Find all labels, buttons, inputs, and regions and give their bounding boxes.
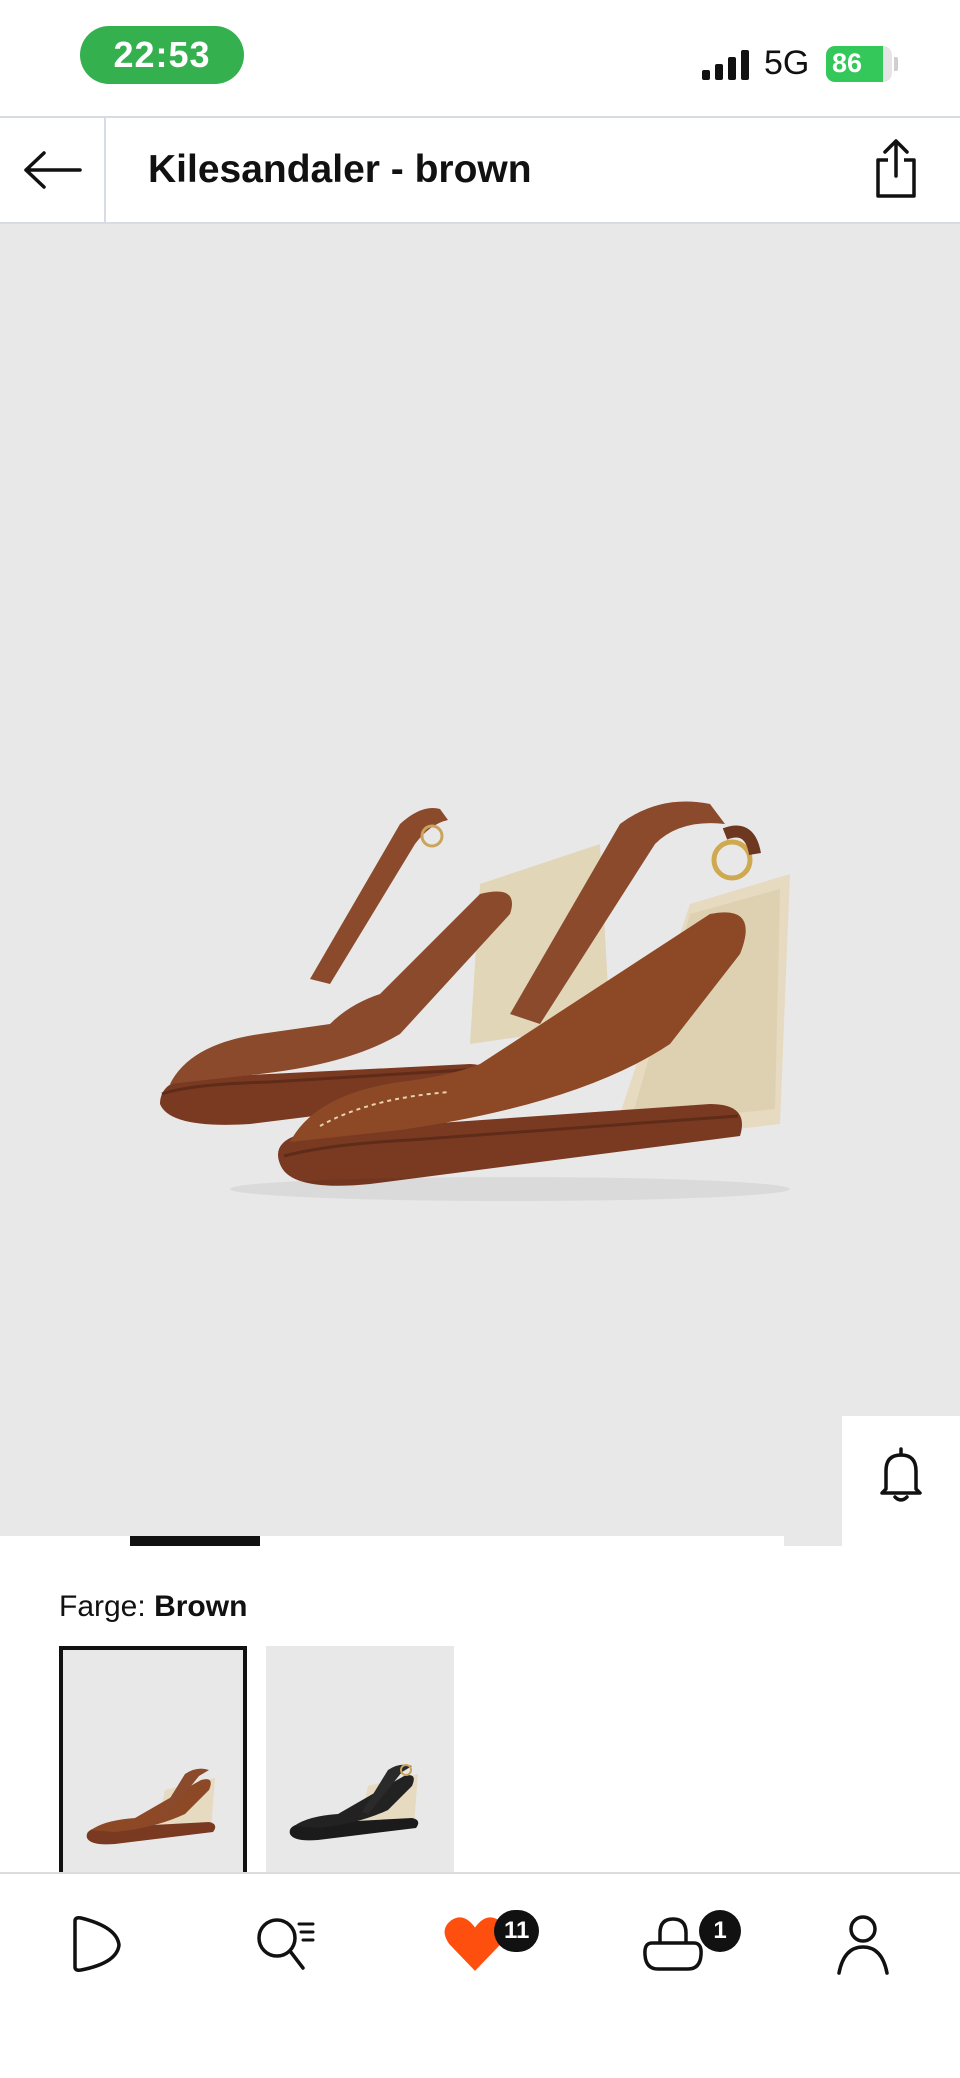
- cart-count-badge: 1: [699, 1910, 741, 1952]
- swatch-photo-black: [289, 1764, 419, 1841]
- image-progress-active: [130, 1536, 260, 1546]
- battery-icon: 86: [826, 46, 892, 82]
- product-image[interactable]: [0, 224, 960, 1546]
- product-header: Kilesandaler - brown: [0, 116, 960, 224]
- cart-icon: [643, 1917, 703, 1971]
- home-icon: [73, 1916, 121, 1972]
- arrow-left-icon: [24, 151, 82, 189]
- network-label: 5G: [764, 44, 810, 82]
- nav-profile[interactable]: [818, 1904, 908, 1984]
- profile-icon: [837, 1915, 889, 1975]
- search-icon: [257, 1918, 315, 1970]
- product-photo-wedge-sandals: [160, 801, 790, 1201]
- favorite-button[interactable]: [842, 1534, 960, 1546]
- status-bar: 22:53 5G 86: [0, 0, 960, 116]
- color-swatch-brown[interactable]: [59, 1646, 247, 1874]
- bell-icon: [880, 1447, 922, 1502]
- nav-home[interactable]: [52, 1904, 142, 1984]
- battery-cap: [894, 57, 898, 71]
- share-button[interactable]: [866, 136, 926, 202]
- battery-level: 86: [832, 48, 863, 78]
- image-progress-bar: [0, 1536, 784, 1548]
- share-icon: [876, 139, 916, 198]
- swatch-photo-brown: [86, 1768, 216, 1845]
- color-label: Farge: Brown: [59, 1590, 247, 1624]
- status-time: 22:53: [80, 26, 244, 84]
- favorites-count-badge: 11: [494, 1910, 540, 1952]
- signal-icon: [702, 50, 749, 80]
- back-button[interactable]: [0, 118, 106, 222]
- nav-search[interactable]: [240, 1904, 330, 1984]
- color-swatch-black[interactable]: [266, 1646, 454, 1874]
- color-label-prefix: Farge:: [59, 1590, 146, 1623]
- page-title: Kilesandaler - brown: [148, 148, 532, 191]
- color-section: Farge: Brown: [0, 1548, 960, 1874]
- color-value: Brown: [154, 1590, 248, 1623]
- notify-button[interactable]: [842, 1416, 960, 1534]
- side-action-bar: [842, 1416, 960, 1546]
- bottom-navigation: 11 1: [0, 1872, 960, 2078]
